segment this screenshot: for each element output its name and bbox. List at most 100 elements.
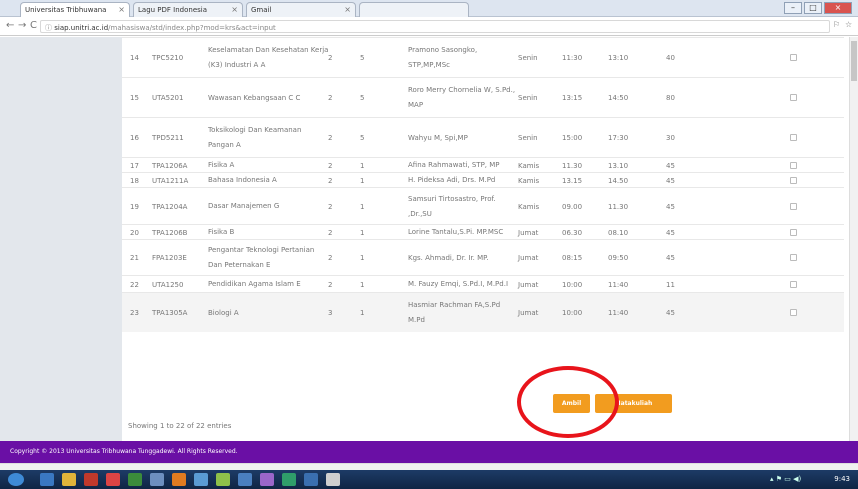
cell-line: Afina Rahmawati, STP, MP: [408, 161, 500, 169]
maximize-button[interactable]: □: [804, 2, 822, 14]
start-button[interactable]: [8, 473, 24, 486]
forward-icon[interactable]: →: [18, 20, 26, 31]
cell-lecturer: Afina Rahmawati, STP, MP: [408, 158, 500, 173]
entries-info: Showing 1 to 22 of 22 entries: [128, 422, 232, 430]
app-icon[interactable]: [304, 473, 318, 486]
tab-lagu-pdf[interactable]: Lagu PDF Indonesia ×: [133, 2, 243, 17]
folder-icon[interactable]: [62, 473, 76, 486]
cell-name: Wawasan Kebangsaan C C: [208, 91, 300, 106]
star-icon[interactable]: ☆: [845, 20, 852, 29]
cell-quota: 45: [666, 202, 675, 211]
cell-line: Kgs. Ahmadi, Dr. Ir. MP.: [408, 253, 489, 262]
tab-universitas[interactable]: Universitas Tribhuwana ×: [20, 2, 130, 17]
cell-line: Toksikologi Dan Keamanan: [208, 126, 302, 134]
select-checkbox[interactable]: [790, 280, 797, 288]
app-icon[interactable]: [282, 473, 296, 486]
scrollbar-thumb[interactable]: [851, 41, 857, 81]
reload-icon[interactable]: C: [30, 20, 37, 31]
footer: Copyright © 2013 Universitas Tribhuwana …: [0, 441, 858, 463]
close-icon[interactable]: ×: [344, 5, 351, 14]
cell-day: Senin: [518, 134, 538, 142]
app-icon[interactable]: [128, 473, 142, 486]
cell-code: TPA1305A: [152, 309, 188, 317]
close-icon[interactable]: ×: [231, 5, 238, 14]
cell-line: M.Pd: [408, 316, 425, 324]
translate-icon[interactable]: ⚐: [833, 20, 840, 29]
cell-lecturer: Roro Merry Chornelia W, S.Pd., MAP: [408, 83, 515, 113]
app-icon[interactable]: [326, 473, 340, 486]
cell-no: 19: [130, 202, 139, 211]
table-row: 18 UTA1211A Bahasa Indonesia A 2 1 H. Pideksa…: [122, 172, 844, 187]
cell-day: Jumat: [518, 228, 539, 237]
cell-lecturer: Hasmiar Rachman FA,S.Pd M.Pd: [408, 298, 500, 328]
cell-no: 14: [130, 54, 139, 62]
horizontal-scrollbar[interactable]: [0, 463, 858, 470]
cell-quota: 80: [666, 94, 675, 102]
cell-quota: 45: [666, 161, 675, 170]
cell-start: 13.15: [562, 176, 583, 185]
ie-icon[interactable]: [40, 473, 54, 486]
app-icon[interactable]: [260, 473, 274, 486]
select-checkbox[interactable]: [790, 254, 797, 261]
table-row: 16 TPD5211 Toksikologi Dan Keamanan Pangan …: [122, 117, 844, 157]
app-icon[interactable]: [238, 473, 252, 486]
cell-lecturer: Pramono Sasongko, STP,MP,MSc: [408, 43, 477, 73]
tab-gmail[interactable]: Gmail ×: [246, 2, 356, 17]
tab-blurred[interactable]: [359, 2, 469, 17]
select-checkbox[interactable]: [790, 161, 797, 169]
cell-sem: 5: [360, 134, 365, 142]
cell-line: Pengantar Teknologi Pertanian: [208, 246, 315, 254]
select-checkbox[interactable]: [790, 309, 797, 316]
app-icon[interactable]: [194, 473, 208, 486]
app-icon[interactable]: [84, 473, 98, 486]
cell-day: Senin: [518, 54, 538, 62]
app-icon[interactable]: [106, 473, 120, 486]
url-input[interactable]: ⓘ siap.unitri.ac.id/mahasiswa/std/index.…: [40, 20, 830, 33]
cell-end: 14:50: [608, 94, 629, 102]
select-checkbox[interactable]: [790, 94, 797, 101]
cell-name: Fisika A: [208, 158, 234, 173]
minimize-button[interactable]: –: [784, 2, 802, 14]
select-checkbox[interactable]: [790, 134, 797, 141]
back-icon[interactable]: ←: [6, 20, 14, 31]
taskbar: ▴ ⚑ ▭ ◀) 9:43: [0, 470, 858, 489]
cell-day: Jumat: [518, 309, 539, 317]
cell-sks: 2: [328, 254, 333, 262]
cell-line: Pangan A: [208, 141, 241, 149]
cell-start: 15:00: [562, 134, 583, 142]
select-checkbox[interactable]: [790, 202, 797, 210]
cell-sem: 1: [360, 254, 365, 262]
cell-end: 08.10: [608, 228, 629, 237]
cell-start: 10:00: [562, 280, 583, 289]
cell-day: Senin: [518, 94, 538, 102]
cell-lecturer: H. Pideksa Adi, Drs. M.Pd: [408, 173, 495, 188]
cell-sem: 1: [360, 309, 365, 317]
table-row: 22 UTA1250 Pendidikan Agama Islam E 2 1 M. Fa…: [122, 275, 844, 292]
table-row: 14 TPC5210 Keselamatan Dan Kesehatan Kerja…: [122, 37, 844, 77]
app-icon[interactable]: [216, 473, 230, 486]
cell-no: 16: [130, 134, 139, 142]
cell-code: TPC5210: [152, 54, 184, 62]
cell-sks: 2: [328, 54, 333, 62]
select-checkbox[interactable]: [790, 54, 797, 61]
cell-quota: 40: [666, 54, 675, 62]
vertical-scrollbar[interactable]: [849, 37, 858, 441]
cell-line: STP,MP,MSc: [408, 61, 450, 69]
tab-title: Gmail: [251, 6, 272, 14]
cell-line: Lorine Tantalu,S.Pi. MP.MSC: [408, 228, 504, 236]
tray-icons[interactable]: ▴ ⚑ ▭ ◀): [770, 475, 801, 483]
cell-line: Pramono Sasongko,: [408, 46, 478, 54]
app-icon[interactable]: [172, 473, 186, 486]
cell-name: Toksikologi Dan Keamanan Pangan A: [208, 123, 301, 153]
sidebar: [0, 37, 122, 441]
cell-end: 13:10: [608, 54, 629, 62]
close-icon[interactable]: ×: [118, 5, 125, 14]
select-checkbox[interactable]: [790, 176, 797, 184]
cell-quota: 45: [666, 254, 675, 262]
cell-code: FPA1203E: [152, 254, 187, 262]
close-window-button[interactable]: ×: [824, 2, 852, 14]
cell-no: 22: [130, 280, 139, 289]
app-icon[interactable]: [150, 473, 164, 486]
select-checkbox[interactable]: [790, 228, 797, 236]
cell-name: Pengantar Teknologi Pertanian Dan Peterna…: [208, 243, 314, 273]
